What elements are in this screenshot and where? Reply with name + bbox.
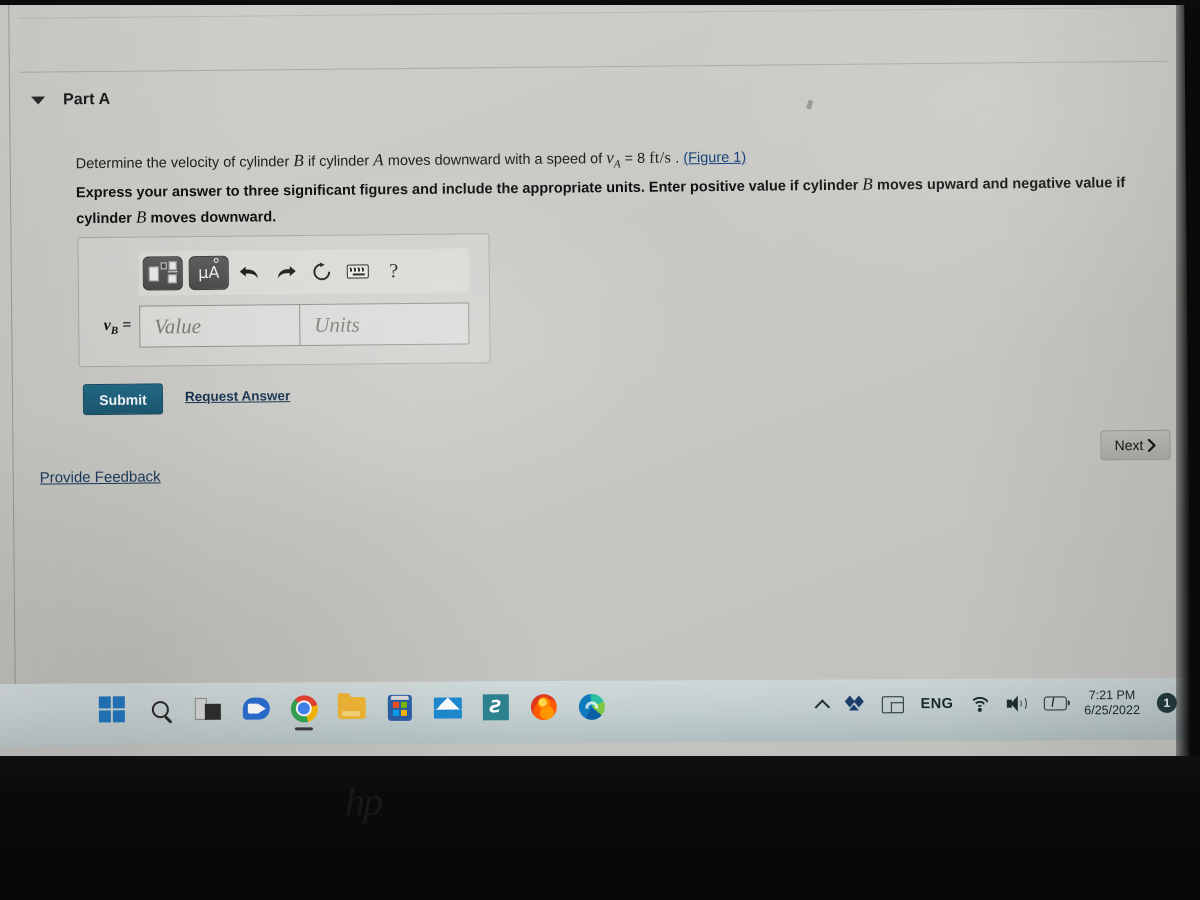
search-icon	[151, 700, 169, 718]
question-period: .	[675, 150, 680, 167]
page-left-rule	[8, 0, 17, 720]
start-button[interactable]	[97, 694, 127, 724]
va-equals-value: = 8	[620, 150, 646, 167]
windows-taskbar: Ƨ ENG / 7:21 PM 6/25/2022 1	[0, 677, 1192, 746]
battery-button[interactable]: /	[1044, 688, 1068, 718]
screen-top-bezel	[0, 0, 1200, 5]
reset-icon	[313, 262, 331, 281]
mail-button[interactable]	[433, 693, 463, 723]
submit-button[interactable]: Submit	[82, 383, 164, 416]
edge-button[interactable]	[577, 692, 607, 722]
battery-charging-bolt: /	[1051, 695, 1055, 710]
dropbox-tray-button[interactable]	[844, 689, 865, 719]
unit-glyph-text: μA	[198, 262, 220, 283]
clock-time: 7:21 PM	[1088, 688, 1136, 703]
windows-logo-icon	[98, 696, 125, 723]
page-top-divider-upper	[18, 6, 1169, 19]
figure-link[interactable]: (Figure 1)	[683, 150, 746, 167]
meet-icon	[242, 697, 270, 720]
answer-input-row: vB = Value Units	[87, 302, 470, 348]
reset-button[interactable]	[307, 257, 337, 287]
laptop-bottom-bezel: hp	[0, 756, 1200, 900]
microsoft-store-button[interactable]	[385, 693, 415, 723]
chevron-up-icon	[814, 698, 830, 715]
tray-overflow-button[interactable]	[814, 690, 830, 720]
touchpad-icon	[881, 695, 904, 713]
request-answer-link[interactable]: Request Answer	[185, 388, 290, 404]
math-template-icon	[148, 261, 178, 285]
undo-button[interactable]	[235, 257, 265, 287]
speaker-icon	[1007, 695, 1028, 712]
redo-button[interactable]	[271, 257, 301, 287]
keyboard-button[interactable]	[343, 256, 373, 286]
system-tray: ENG / 7:21 PM 6/25/2022 1	[814, 688, 1177, 720]
math-template-button[interactable]	[142, 256, 183, 291]
provide-feedback-link[interactable]: Provide Feedback	[40, 468, 161, 486]
question-text-1: Determine the velocity of cylinder	[75, 154, 294, 173]
task-view-button[interactable]	[193, 694, 223, 724]
file-explorer-button[interactable]	[337, 693, 367, 723]
instructions-text-1: Express your answer to three significant…	[75, 177, 863, 202]
next-button-label: Next	[1114, 436, 1144, 454]
s-app-icon: Ƨ	[482, 694, 509, 721]
edge-icon	[578, 693, 605, 720]
part-a-header[interactable]: Part A	[31, 91, 110, 110]
taskbar-icon-group: Ƨ	[97, 692, 607, 725]
touchpad-tray-button[interactable]	[881, 689, 904, 719]
vb-label: vB =	[103, 316, 132, 337]
keyboard-icon	[346, 264, 369, 279]
chevron-right-icon	[1147, 438, 1156, 452]
micro-angstrom-icon: μA	[198, 257, 220, 283]
va-units: ft/s	[649, 149, 672, 167]
math-toolbar: μA ?	[138, 248, 469, 296]
clock[interactable]: 7:21 PM 6/25/2022	[1084, 688, 1140, 718]
chrome-icon	[290, 694, 318, 722]
wifi-icon	[970, 696, 991, 711]
mouse-cursor	[805, 99, 814, 110]
question-text-2: if cylinder	[303, 153, 374, 171]
cylinder-b-symbol-3: B	[135, 207, 147, 227]
laptop-display: Part A Determine the velocity of cylinde…	[0, 0, 1192, 774]
battery-icon: /	[1044, 695, 1068, 711]
photographed-laptop-screen: Part A Determine the velocity of cylinde…	[0, 0, 1200, 900]
va-symbol: vA	[606, 148, 621, 171]
answer-instructions: Express your answer to three significant…	[76, 169, 1141, 231]
next-button[interactable]: Next	[1100, 429, 1171, 461]
wifi-button[interactable]	[970, 689, 991, 719]
clock-date: 6/25/2022	[1084, 702, 1140, 718]
volume-button[interactable]	[1007, 689, 1028, 719]
microsoft-store-icon	[387, 694, 412, 721]
caret-down-icon[interactable]	[31, 96, 46, 105]
s-app-button[interactable]: Ƨ	[481, 692, 511, 722]
value-input[interactable]: Value	[140, 305, 301, 347]
firefox-button[interactable]	[529, 692, 559, 722]
instructions-text-3: moves downward.	[146, 209, 277, 227]
cylinder-b-symbol: B	[293, 151, 304, 171]
screen-right-bezel	[1176, 0, 1200, 762]
chrome-button[interactable]	[289, 693, 319, 723]
language-indicator[interactable]: ENG	[921, 689, 954, 719]
meet-button[interactable]	[241, 694, 271, 724]
mastering-physics-page: Part A Determine the velocity of cylinde…	[0, 0, 1191, 720]
file-explorer-icon	[337, 697, 366, 720]
question-text-3: moves downward with a speed of	[383, 151, 607, 170]
answer-widget: μA ? vB = Value Units	[77, 233, 491, 368]
units-button[interactable]: μA	[188, 255, 229, 291]
firefox-icon	[530, 694, 557, 721]
mail-icon	[433, 697, 462, 719]
units-input[interactable]: Units	[300, 303, 468, 345]
page-title: Part A	[63, 90, 111, 109]
redo-icon	[277, 266, 296, 279]
hp-brand-logo: hp	[345, 779, 383, 824]
cylinder-a-symbol: A	[373, 150, 384, 170]
taskbar-search-button[interactable]	[145, 694, 175, 724]
dropbox-icon	[844, 695, 865, 713]
task-view-icon	[194, 697, 221, 720]
notification-badge[interactable]: 1	[1156, 692, 1177, 713]
help-button[interactable]: ?	[379, 256, 409, 286]
undo-icon	[239, 266, 258, 279]
answer-fields: Value Units	[139, 302, 470, 348]
page-top-divider	[18, 60, 1169, 73]
cylinder-b-symbol-2: B	[862, 174, 874, 194]
